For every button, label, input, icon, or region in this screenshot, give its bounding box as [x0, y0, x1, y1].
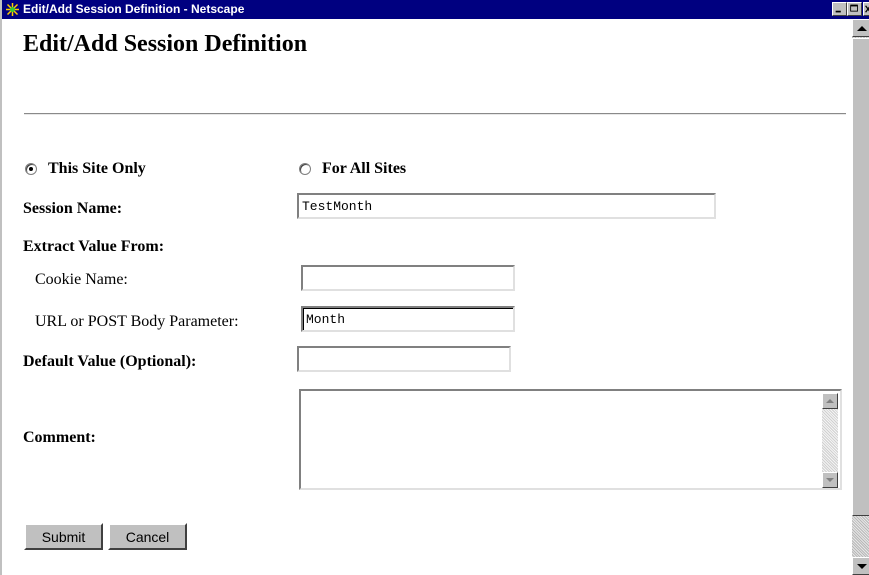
minimize-icon [835, 10, 841, 13]
minimize-button[interactable] [832, 2, 847, 16]
for-all-sites-label: For All Sites [322, 160, 407, 177]
title-bar[interactable]: Edit/Add Session Definition - Netscape [2, 0, 869, 19]
comment-textarea[interactable] [299, 389, 842, 490]
cancel-button[interactable]: Cancel [108, 523, 187, 550]
comment-scroll-down-button[interactable] [822, 472, 838, 488]
maximize-icon [850, 4, 858, 12]
cookie-name-input[interactable] [301, 265, 515, 291]
browser-window: Edit/Add Session Definition - Netscape E… [0, 0, 869, 575]
maximize-button[interactable] [847, 2, 862, 16]
page-title: Edit/Add Session Definition [23, 31, 308, 57]
scroll-down-button[interactable] [852, 557, 869, 575]
arrow-down-icon [826, 478, 834, 482]
close-button[interactable] [863, 2, 869, 16]
comment-scroll-up-button[interactable] [822, 393, 838, 409]
comment-label: Comment: [23, 429, 96, 446]
default-value-input[interactable] [297, 346, 511, 372]
window-title: Edit/Add Session Definition - Netscape [23, 2, 245, 16]
this-site-only-radio[interactable] [25, 163, 37, 175]
submit-button[interactable]: Submit [24, 523, 103, 550]
scroll-up-button[interactable] [852, 19, 869, 37]
page-content: Edit/Add Session Definition This Site On… [4, 19, 852, 575]
cookie-name-label: Cookie Name: [35, 271, 128, 288]
arrow-down-icon [857, 564, 867, 569]
session-name-label: Session Name: [23, 200, 123, 217]
this-site-only-label: This Site Only [48, 160, 146, 177]
netscape-icon [5, 2, 20, 17]
default-value-label: Default Value (Optional): [23, 353, 197, 370]
comment-scrollbar[interactable] [822, 393, 838, 488]
arrow-up-icon [826, 399, 834, 403]
url-post-parameter-input[interactable] [301, 306, 515, 332]
arrow-up-icon [857, 26, 867, 31]
close-icon [865, 5, 869, 13]
for-all-sites-radio[interactable] [299, 163, 311, 175]
session-name-input[interactable] [297, 193, 716, 219]
url-post-parameter-label: URL or POST Body Parameter: [35, 313, 239, 330]
page-scrollbar[interactable] [852, 19, 869, 575]
extract-value-from-label: Extract Value From: [23, 238, 165, 255]
divider [24, 113, 846, 115]
scroll-thumb[interactable] [852, 38, 869, 516]
